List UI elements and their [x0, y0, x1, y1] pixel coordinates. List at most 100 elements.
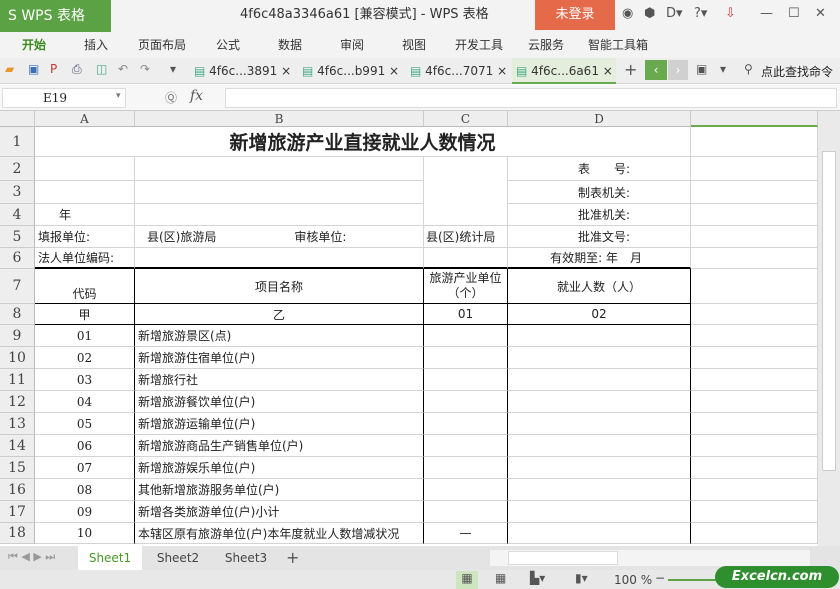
- row-header-13[interactable]: 13: [0, 413, 35, 435]
- item-employment-value[interactable]: [508, 457, 691, 479]
- cell[interactable]: [691, 391, 818, 413]
- login-button[interactable]: 未登录: [535, 0, 615, 30]
- add-sheet-icon[interactable]: +: [286, 548, 299, 567]
- zoom-slider[interactable]: [668, 579, 718, 581]
- cell[interactable]: [691, 435, 818, 457]
- label-issuer[interactable]: 制表机关:: [508, 181, 691, 204]
- close-tab-icon[interactable]: ×: [603, 64, 613, 78]
- minimize-icon[interactable]: —: [760, 6, 773, 21]
- column-header-D[interactable]: D: [508, 111, 691, 127]
- cell[interactable]: [691, 204, 818, 226]
- column-header-C[interactable]: C: [424, 111, 508, 127]
- row-header-2[interactable]: 2: [0, 157, 35, 181]
- column-code-cell[interactable]: 乙: [135, 304, 424, 325]
- item-units-value[interactable]: [424, 479, 508, 501]
- column-code-cell[interactable]: 02: [508, 304, 691, 325]
- export-pdf-icon[interactable]: P: [50, 62, 57, 76]
- label-table-no[interactable]: 表 号:: [508, 157, 691, 181]
- cell[interactable]: [691, 157, 818, 181]
- cell[interactable]: [691, 269, 818, 304]
- row-header-4[interactable]: 4: [0, 204, 35, 226]
- item-name[interactable]: 新增旅游运输单位(户): [135, 413, 424, 435]
- item-units-value[interactable]: —: [424, 523, 508, 544]
- cell[interactable]: [691, 413, 818, 435]
- item-name[interactable]: 其他新增旅游服务单位(户): [135, 479, 424, 501]
- item-units-value[interactable]: [424, 369, 508, 391]
- close-tab-icon[interactable]: ×: [497, 64, 507, 78]
- menu-view[interactable]: 视图: [402, 32, 426, 58]
- row-header-14[interactable]: 14: [0, 435, 35, 457]
- cell[interactable]: [691, 457, 818, 479]
- item-code[interactable]: 10: [35, 523, 135, 544]
- cell[interactable]: [691, 248, 818, 269]
- eye-protect-icon[interactable]: ▮▾: [575, 571, 588, 585]
- item-employment-value[interactable]: [508, 479, 691, 501]
- header-code[interactable]: 代码: [35, 269, 135, 304]
- select-all-corner[interactable]: [0, 111, 35, 127]
- search-command[interactable]: 点此查找命令: [761, 63, 833, 80]
- header-item-name[interactable]: 项目名称: [135, 269, 424, 304]
- item-name[interactable]: 新增旅游餐饮单位(户): [135, 391, 424, 413]
- item-units-value[interactable]: [424, 347, 508, 369]
- item-employment-value[interactable]: [508, 523, 691, 544]
- reading-mode-icon[interactable]: ▙▾: [530, 571, 545, 585]
- item-code[interactable]: 07: [35, 457, 135, 479]
- item-employment-value[interactable]: [508, 347, 691, 369]
- settings-icon[interactable]: ⬢: [644, 6, 655, 21]
- label-valid-until[interactable]: 有效期至: 年 月: [508, 248, 691, 269]
- item-employment-value[interactable]: [508, 391, 691, 413]
- item-units-value[interactable]: [424, 457, 508, 479]
- dropdown-panel-icon[interactable]: ▾: [720, 62, 726, 76]
- spreadsheet-grid[interactable]: A B C D 1 2 3 4 5 6 7 8 9 10 11 12 13 14 15 16 17 18 新增旅游产业直接就…: [0, 111, 818, 546]
- row-header-8[interactable]: 8: [0, 304, 35, 325]
- item-units-value[interactable]: [424, 501, 508, 523]
- menu-smart-tools[interactable]: 智能工具箱: [588, 32, 648, 58]
- menu-cloud[interactable]: 云服务: [528, 32, 564, 58]
- item-code[interactable]: 01: [35, 325, 135, 347]
- label-filing-unit[interactable]: 填报单位:: [35, 226, 135, 248]
- item-employment-value[interactable]: [508, 435, 691, 457]
- row-header-12[interactable]: 12: [0, 391, 35, 413]
- cell-filing-reviewer[interactable]: 县(区)旅游局 审核单位:: [135, 226, 424, 248]
- undo-icon[interactable]: ↶: [118, 62, 128, 76]
- column-header-A[interactable]: A: [35, 111, 135, 127]
- item-employment-value[interactable]: [508, 501, 691, 523]
- zoom-out-icon[interactable]: −: [655, 571, 665, 585]
- item-code[interactable]: 04: [35, 391, 135, 413]
- doc-tab[interactable]: ▤ 4f6c...7071 ×: [406, 58, 510, 84]
- item-name[interactable]: 新增旅游景区(点): [135, 325, 424, 347]
- column-code-cell[interactable]: 01: [424, 304, 508, 325]
- doc-tab-active[interactable]: ▤ 4f6c...6a61 ×: [512, 58, 616, 84]
- cell[interactable]: [424, 204, 508, 226]
- item-employment-value[interactable]: [508, 413, 691, 435]
- item-name[interactable]: 本辖区原有旅游单位(户)本年度就业人数增减状况: [135, 523, 424, 544]
- download-icon[interactable]: ⇩: [725, 6, 736, 21]
- tab-next-icon[interactable]: ›: [668, 60, 688, 80]
- vertical-scrollbar[interactable]: [818, 111, 840, 546]
- item-units-value[interactable]: [424, 325, 508, 347]
- formula-input[interactable]: [225, 88, 837, 108]
- item-employment-value[interactable]: [508, 369, 691, 391]
- row-header-10[interactable]: 10: [0, 347, 35, 369]
- label-approver[interactable]: 批准机关:: [508, 204, 691, 226]
- sheet-title[interactable]: 新增旅游产业直接就业人数情况: [35, 127, 691, 157]
- row-header-5[interactable]: 5: [0, 226, 35, 248]
- normal-view-icon[interactable]: ▦: [456, 571, 478, 589]
- help-icon[interactable]: ?▾: [694, 6, 707, 21]
- item-code[interactable]: 06: [35, 435, 135, 457]
- menu-data[interactable]: 数据: [278, 32, 302, 58]
- cell[interactable]: [691, 325, 818, 347]
- close-icon[interactable]: ✕: [815, 6, 826, 21]
- close-tab-icon[interactable]: ×: [389, 64, 399, 78]
- save-icon[interactable]: ▣: [28, 62, 39, 76]
- cell[interactable]: [424, 181, 508, 204]
- cell[interactable]: [691, 523, 818, 544]
- item-name[interactable]: 新增旅行社: [135, 369, 424, 391]
- new-tab-icon[interactable]: +: [624, 60, 637, 79]
- cell[interactable]: [35, 157, 135, 181]
- feedback-icon[interactable]: D▾: [666, 6, 683, 21]
- redo-icon[interactable]: ↷: [140, 62, 150, 76]
- review-unit-value[interactable]: 县(区)统计局: [424, 226, 508, 248]
- fx-icon[interactable]: fx: [190, 88, 203, 104]
- item-units-value[interactable]: [424, 413, 508, 435]
